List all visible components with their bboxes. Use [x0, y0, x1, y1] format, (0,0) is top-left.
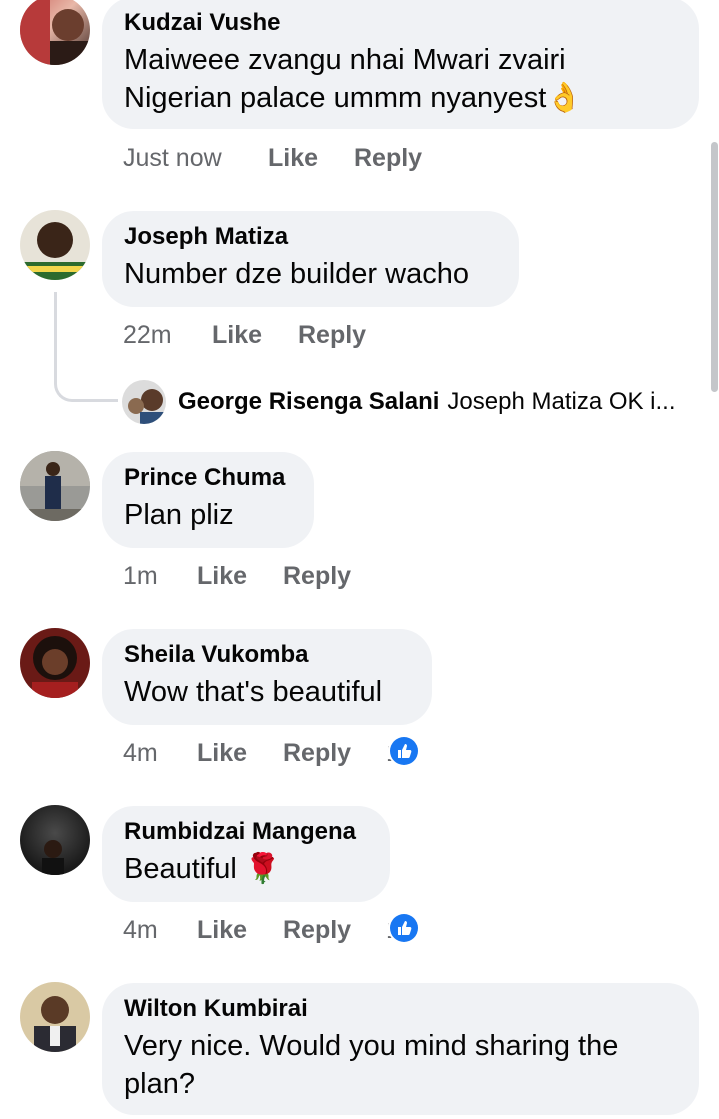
reply-preview[interactable]: George Risenga Salani Joseph Matiza OK i… [122, 380, 676, 424]
avatar[interactable] [20, 628, 90, 698]
like-button[interactable]: Like [268, 142, 318, 174]
comment-bubble: Joseph Matiza Number dze builder wacho [102, 211, 519, 307]
reply-button[interactable]: Reply [283, 560, 351, 592]
avatar-photo [20, 0, 90, 65]
ok-hand-emoji: 👌 [546, 82, 583, 114]
like-button[interactable]: Like [197, 737, 247, 769]
comment-time[interactable]: Just now [123, 142, 222, 174]
comment-text: Very nice. Would you mind sharing the pl… [124, 1030, 619, 1100]
comment-time[interactable]: 22m [123, 319, 172, 351]
comment-text: Maiweee zvangu nhai Mwari zvairi Nigeria… [124, 44, 583, 114]
reply-snippet: Joseph Matiza OK i... [447, 388, 676, 415]
comment-time[interactable]: 4m [123, 737, 158, 769]
comment-author[interactable]: Wilton Kumbirai [124, 995, 677, 1023]
reaction-count[interactable]: 1 [386, 737, 418, 767]
comment-author[interactable]: Sheila Vukomba [124, 641, 410, 669]
comment-text: Wow that's beautiful [124, 676, 383, 708]
like-button[interactable]: Like [197, 914, 247, 946]
comment-author[interactable]: Prince Chuma [124, 464, 292, 492]
comment-actions: 4m Like Reply 1 [123, 914, 523, 946]
avatar[interactable] [20, 982, 90, 1052]
avatar[interactable] [20, 805, 90, 875]
comment-actions: 1m Like Reply [123, 560, 523, 592]
comment-bubble: Kudzai Vushe Maiweee zvangu nhai Mwari z… [102, 0, 699, 129]
rose-emoji: 🌹 [244, 853, 282, 885]
comment-text: Plan pliz [124, 499, 234, 531]
reply-button[interactable]: Reply [354, 142, 422, 174]
avatar-photo [128, 389, 166, 424]
comment-bubble: Rumbidzai Mangena Beautiful 🌹 [102, 806, 390, 902]
reply-button[interactable]: Reply [283, 914, 351, 946]
like-button[interactable]: Like [212, 319, 262, 351]
avatar[interactable] [20, 0, 90, 65]
avatar-photo [42, 840, 64, 875]
comment-author[interactable]: Joseph Matiza [124, 223, 497, 251]
comment-time[interactable]: 1m [123, 560, 158, 592]
comment-bubble: Prince Chuma Plan pliz [102, 452, 314, 548]
comment-text: Number dze builder wacho [124, 258, 469, 290]
comment-bubble: Sheila Vukomba Wow that's beautiful [102, 629, 432, 725]
avatar-photo [20, 451, 90, 521]
avatar-photo [34, 996, 76, 1052]
avatar-photo [32, 636, 78, 698]
thumbs-up-icon [390, 914, 418, 942]
avatar[interactable] [20, 210, 90, 280]
like-button[interactable]: Like [197, 560, 247, 592]
comment-text: Beautiful 🌹 [124, 853, 282, 885]
scrollbar[interactable] [711, 142, 718, 392]
thumbs-up-icon [390, 737, 418, 765]
comment-actions: 22m Like Reply [123, 319, 523, 351]
reply-thread-line [54, 292, 118, 402]
comment-actions: 4m Like Reply 1 [123, 737, 523, 769]
comment-time[interactable]: 4m [123, 914, 158, 946]
reply-button[interactable]: Reply [298, 319, 366, 351]
avatar [122, 380, 166, 424]
comment-author[interactable]: Kudzai Vushe [124, 9, 677, 37]
reaction-count[interactable]: 1 [386, 914, 418, 944]
comment-author[interactable]: Rumbidzai Mangena [124, 818, 368, 846]
comment-bubble: Wilton Kumbirai Very nice. Would you min… [102, 983, 699, 1115]
avatar[interactable] [20, 451, 90, 521]
reply-author[interactable]: George Risenga Salani [178, 388, 439, 416]
comment-actions: Just now Like Reply [123, 142, 523, 174]
reply-button[interactable]: Reply [283, 737, 351, 769]
avatar-photo [20, 222, 90, 280]
